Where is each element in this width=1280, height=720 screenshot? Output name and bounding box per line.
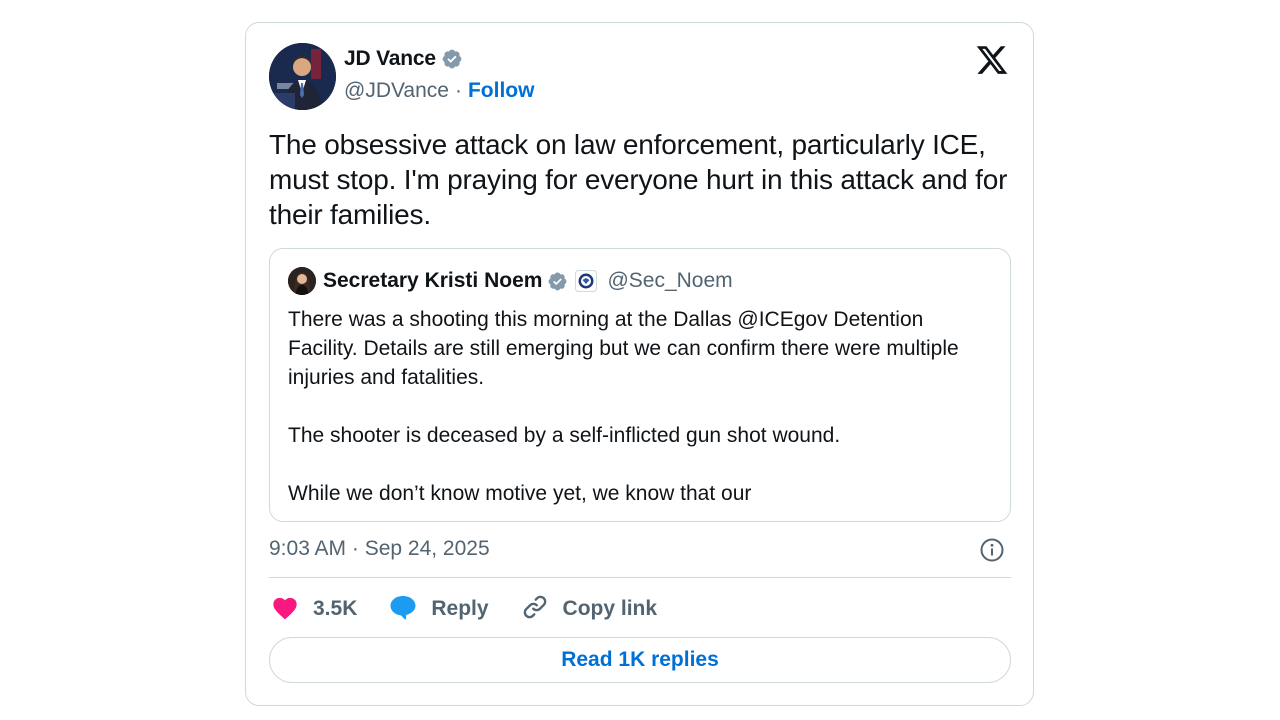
like-count: 3.5K bbox=[313, 597, 358, 620]
tweet-actions: 3.5K Reply Copy link bbox=[271, 593, 689, 625]
x-logo-icon[interactable] bbox=[975, 43, 1009, 77]
follow-button[interactable]: Follow bbox=[468, 79, 535, 103]
quoted-verified-badge-icon bbox=[547, 271, 568, 292]
author-handle-row: @JDVance · Follow bbox=[344, 79, 534, 103]
divider bbox=[269, 577, 1011, 578]
quoted-author-handle: @Sec_Noem bbox=[607, 269, 733, 292]
quoted-author-name: Secretary Kristi Noem bbox=[323, 269, 543, 292]
tweet-card: JD Vance @JDVance · Follow The obsessive… bbox=[245, 22, 1034, 706]
tweet-timestamp[interactable]: 9:03 AM · Sep 24, 2025 bbox=[269, 537, 490, 561]
info-icon[interactable] bbox=[979, 537, 1005, 563]
quoted-tweet-header: Secretary Kristi Noem @Sec_Noem bbox=[288, 267, 733, 295]
author-name[interactable]: JD Vance bbox=[344, 47, 436, 71]
government-affiliation-badge-icon bbox=[575, 270, 598, 292]
quoted-paragraph: There was a shooting this morning at the… bbox=[288, 308, 959, 389]
like-button[interactable]: 3.5K bbox=[271, 594, 357, 625]
copy-link-label: Copy link bbox=[562, 597, 658, 620]
author-name-row: JD Vance bbox=[344, 47, 463, 71]
link-icon bbox=[521, 593, 549, 626]
separator: · bbox=[454, 79, 462, 102]
speech-bubble-icon bbox=[389, 594, 417, 625]
quoted-paragraph: While we don’t know motive yet, we know … bbox=[288, 482, 752, 505]
verified-badge-icon bbox=[441, 48, 463, 70]
author-avatar[interactable] bbox=[269, 43, 336, 110]
author-handle[interactable]: @JDVance bbox=[344, 79, 449, 103]
reply-label: Reply bbox=[431, 597, 489, 620]
copy-link-button[interactable]: Copy link bbox=[521, 593, 658, 626]
heart-icon bbox=[271, 594, 299, 625]
quoted-tweet[interactable]: Secretary Kristi Noem @Sec_Noem There wa… bbox=[269, 248, 1011, 522]
quoted-author-avatar bbox=[288, 267, 316, 295]
tweet-text: The obsessive attack on law enforcement,… bbox=[269, 129, 1008, 230]
quoted-tweet-body: There was a shooting this morning at the… bbox=[288, 305, 988, 521]
read-replies-button[interactable]: Read 1K replies bbox=[269, 637, 1011, 683]
reply-button[interactable]: Reply bbox=[389, 594, 489, 625]
quoted-paragraph: The shooter is deceased by a self-inflic… bbox=[288, 424, 841, 447]
